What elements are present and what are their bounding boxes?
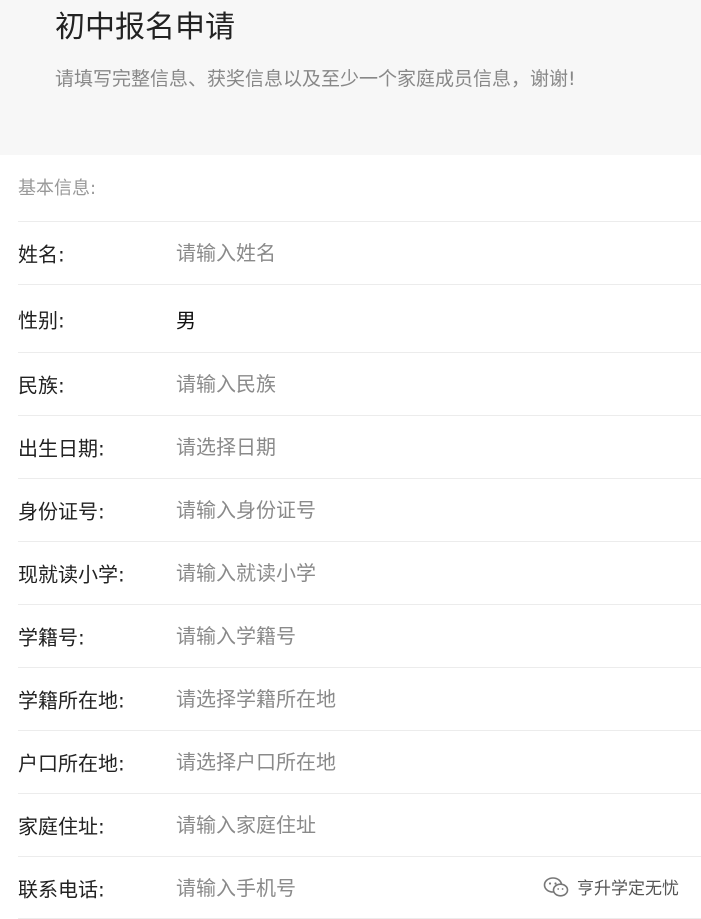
watermark-text: 亨升学定无忧 [577,879,679,899]
home-address-label: 家庭住址: [18,814,105,839]
form-row-household-location: 户口所在地: [18,730,701,793]
id-number-label: 身份证号: [18,499,105,524]
phone-input[interactable] [176,876,536,900]
student-number-input[interactable] [176,624,536,648]
form-row-gender: 性别: 男 [18,284,701,352]
form-row-name: 姓名: [18,221,701,284]
watermark: 亨升学定无忧 [543,874,679,899]
form-row-home-address: 家庭住址: [18,793,701,856]
gender-label: 性别: [18,308,65,332]
form-row-student-registry-location: 学籍所在地: [18,667,701,730]
form-row-id-number: 身份证号: [18,478,701,541]
ethnicity-label: 民族: [18,373,65,398]
form-row-primary-school: 现就读小学: [18,541,701,604]
household-location-picker[interactable] [176,750,536,774]
home-address-input[interactable] [176,813,536,837]
section-label-basic-info: 基本信息: [18,178,97,199]
name-label: 姓名: [18,242,65,267]
basic-info-form: 姓名: 性别: 男 民族: 出生日期: 身份证号: 现就读小学: 学籍号: 学籍… [0,221,701,919]
birthdate-picker[interactable] [176,435,536,459]
page-title: 初中报名申请 [55,10,235,45]
birthdate-label: 出生日期: [18,436,105,461]
household-location-label: 户口所在地: [18,751,125,776]
student-registry-location-label: 学籍所在地: [18,688,125,713]
form-row-student-number: 学籍号: [18,604,701,667]
ethnicity-input[interactable] [176,372,536,396]
form-row-birthdate: 出生日期: [18,415,701,478]
student-registry-location-picker[interactable] [176,687,536,711]
page-header: 初中报名申请 请填写完整信息、获奖信息以及至少一个家庭成员信息，谢谢! [0,0,701,155]
form-row-ethnicity: 民族: [18,352,701,415]
wechat-icon [543,876,569,898]
student-number-label: 学籍号: [18,625,85,650]
name-input[interactable] [176,241,536,265]
id-number-input[interactable] [176,498,536,522]
page-subtitle: 请填写完整信息、获奖信息以及至少一个家庭成员信息，谢谢! [55,68,576,90]
phone-label: 联系电话: [18,877,105,902]
primary-school-label: 现就读小学: [18,562,125,587]
gender-select[interactable]: 男 [176,304,196,333]
primary-school-input[interactable] [176,561,536,585]
